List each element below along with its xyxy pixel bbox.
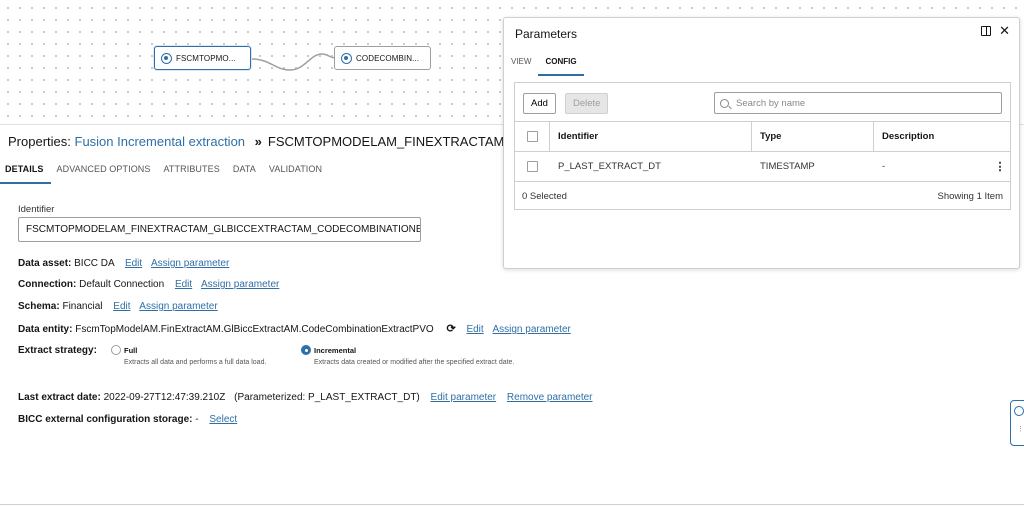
tab-config[interactable]: CONFIG [538,54,583,76]
breadcrumb-separator: » [255,134,262,149]
schema-edit-link[interactable]: Edit [113,301,130,312]
table-row[interactable]: P_LAST_EXTRACT_DT TIMESTAMP - ⋮ [515,152,1010,182]
data-asset-row: Data asset: BICC DA Edit Assign paramete… [18,258,229,269]
tab-advanced-options[interactable]: ADVANCED OPTIONS [51,158,158,184]
add-button[interactable]: Add [523,93,556,114]
delete-button[interactable]: Delete [565,93,608,114]
canvas-node-source[interactable]: FSCMTOPMO... [154,46,251,70]
last-extract-label: Last extract date: [18,392,101,403]
row-description: - [874,152,990,181]
node-icon [1014,406,1024,416]
row-checkbox[interactable] [527,161,538,172]
data-entity-edit-link[interactable]: Edit [466,324,483,335]
data-asset-edit-link[interactable]: Edit [125,258,142,269]
kebab-menu-icon[interactable]: ⋮ [990,160,1010,173]
data-asset-label: Data asset: [18,258,71,269]
search-placeholder: Search by name [736,98,805,109]
tab-details[interactable]: DETAILS [0,158,51,184]
schema-label: Schema: [18,301,60,312]
radio-full-description: Extracts all data and performs a full da… [124,359,266,366]
last-extract-row: Last extract date: 2022-09-27T12:47:39.2… [18,392,593,403]
showing-count: Showing 1 Item [938,191,1003,202]
identifier-input[interactable]: FSCMTOPMODELAM_FINEXTRACTAM_GLBICCEXTRAC… [18,217,421,242]
schema-row: Schema: Financial Edit Assign parameter [18,301,218,312]
row-identifier: P_LAST_EXTRACT_DT [550,152,752,181]
bicc-storage-row: BICC external configuration storage: - S… [18,414,237,425]
edit-parameter-link[interactable]: Edit parameter [431,392,497,403]
node-icon [341,53,352,64]
connection-edit-link[interactable]: Edit [175,279,192,290]
data-entity-assign-link[interactable]: Assign parameter [492,324,570,335]
identifier-label: Identifier [18,204,54,215]
node-label: FSCMTOPMO... [176,54,236,63]
row-type: TIMESTAMP [752,152,874,181]
properties-tabs: DETAILS ADVANCED OPTIONS ATTRIBUTES DATA… [0,158,329,184]
schema-value: Financial [62,301,102,312]
panel-tabs: VIEW CONFIG [504,54,584,76]
panel-controls: ✕ [981,26,1010,36]
split-view-icon[interactable] [981,26,991,36]
radio-full-circle[interactable] [111,345,121,355]
extract-strategy-label: Extract strategy: [18,345,97,356]
data-entity-row: Data entity: FscmTopModelAM.FinExtractAM… [18,322,571,335]
refresh-icon[interactable]: ⟳ [446,322,455,335]
bottom-divider [0,504,1024,505]
connection-assign-link[interactable]: Assign parameter [201,279,279,290]
schema-assign-link[interactable]: Assign parameter [139,301,217,312]
radio-incremental-description: Extracts data created or modified after … [314,359,514,366]
radio-incremental-label: Incremental [314,346,356,355]
side-panel-handle[interactable]: ⋮ [1010,400,1024,446]
select-all-checkbox[interactable] [527,131,538,142]
node-label: CODECOMBIN... [356,54,419,63]
radio-full[interactable]: Full Extracts all data and performs a fu… [111,345,266,366]
radio-incremental[interactable]: Incremental Extracts data created or mod… [301,345,514,366]
tab-attributes[interactable]: ATTRIBUTES [158,158,227,184]
current-entity-name: FSCMTOPMODELAM_FINEXTRACTAM_GLBICCEXTRAC… [268,134,508,149]
column-header-identifier[interactable]: Identifier [550,122,752,151]
data-entity-label: Data entity: [18,324,72,335]
tab-data[interactable]: DATA [227,158,263,184]
data-asset-assign-link[interactable]: Assign parameter [151,258,229,269]
canvas-node-target[interactable]: CODECOMBIN... [334,46,431,70]
table-toolbar: Add Delete Search by name [515,83,1010,122]
parameters-table: Add Delete Search by name Identifier Typ… [514,82,1011,210]
bicc-storage-select-link[interactable]: Select [209,414,237,425]
column-header-type[interactable]: Type [752,122,874,151]
radio-incremental-circle[interactable] [301,345,311,355]
data-entity-value: FscmTopModelAM.FinExtractAM.GlBiccExtrac… [75,324,433,335]
extract-strategy-label-text: Extract strategy: [18,345,97,356]
drag-handle-icon: ⋮ [1017,427,1024,432]
data-asset-value: BICC DA [74,258,114,269]
properties-title: Properties: Fusion Incremental extractio… [8,134,508,149]
panel-title: Parameters [515,27,577,41]
selected-count: 0 Selected [522,191,567,202]
parameters-panel: Parameters ✕ VIEW CONFIG Add Delete Sear… [503,17,1020,269]
table-header: Identifier Type Description [515,122,1010,152]
bicc-storage-value: - [195,414,198,425]
table-footer: 0 Selected Showing 1 Item [515,182,1010,210]
close-icon[interactable]: ✕ [999,26,1010,36]
bicc-storage-label: BICC external configuration storage: [18,414,192,425]
properties-prefix: Properties: [8,134,71,149]
connection-value: Default Connection [79,279,164,290]
connection-row: Connection: Default Connection Edit Assi… [18,279,279,290]
tab-view[interactable]: VIEW [504,54,538,76]
node-icon [161,53,172,64]
last-extract-value: 2022-09-27T12:47:39.210Z [104,392,226,403]
connection-label: Connection: [18,279,76,290]
search-input[interactable]: Search by name [714,92,1002,114]
radio-full-label: Full [124,346,137,355]
last-extract-param: (Parameterized: P_LAST_EXTRACT_DT) [234,392,420,403]
remove-parameter-link[interactable]: Remove parameter [507,392,593,403]
tab-validation[interactable]: VALIDATION [263,158,329,184]
search-icon [720,99,729,108]
column-header-description[interactable]: Description [874,122,1010,151]
parent-link[interactable]: Fusion Incremental extraction [75,134,246,149]
